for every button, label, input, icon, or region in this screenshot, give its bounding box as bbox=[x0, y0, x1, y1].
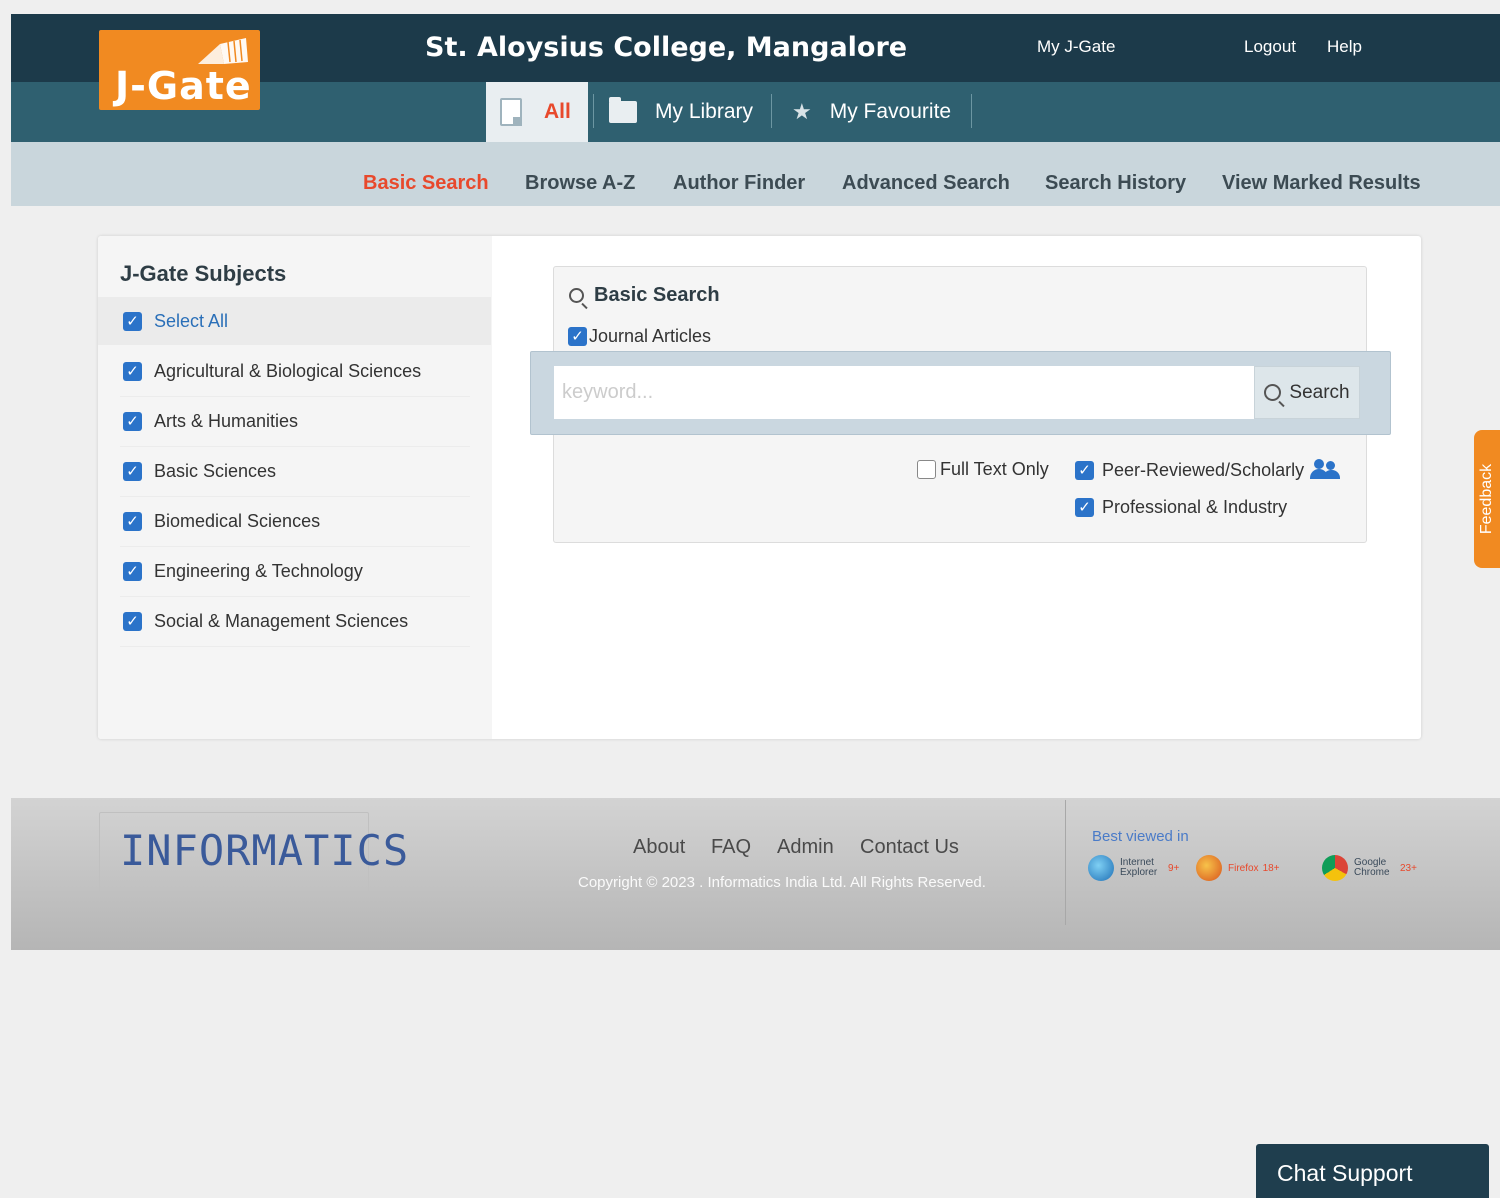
full-text-only-label: Full Text Only bbox=[940, 459, 1049, 479]
informatics-logo-text: INFORMATICS bbox=[120, 826, 410, 875]
divider bbox=[120, 646, 470, 647]
logo-text: J-Gate bbox=[115, 64, 252, 108]
search-button[interactable]: Search bbox=[1254, 366, 1360, 419]
nav-browse-a-z[interactable]: Browse A-Z bbox=[525, 172, 635, 195]
subject-checkbox[interactable]: ✓ Biomedical Sciences bbox=[123, 511, 320, 532]
footer-faq-link[interactable]: FAQ bbox=[711, 836, 751, 859]
best-viewed-label: Best viewed in bbox=[1092, 828, 1189, 845]
select-all-checkbox[interactable]: ✓ Select All bbox=[123, 311, 228, 332]
checkbox-checked-icon: ✓ bbox=[123, 562, 142, 581]
search-button-label: Search bbox=[1289, 381, 1350, 403]
subject-checkbox[interactable]: ✓ Agricultural & Biological Sciences bbox=[123, 361, 421, 382]
search-icon bbox=[1264, 384, 1282, 401]
subject-label: Arts & Humanities bbox=[154, 411, 299, 431]
ie-badge: Internet Explorer 9+ bbox=[1088, 855, 1179, 881]
chat-support-button[interactable]: Chat Support bbox=[1256, 1144, 1489, 1198]
tab-divider bbox=[593, 94, 594, 128]
divider bbox=[120, 496, 470, 497]
footer-contact-link[interactable]: Contact Us bbox=[860, 836, 959, 859]
nav-advanced-search[interactable]: Advanced Search bbox=[842, 172, 1010, 195]
help-link[interactable]: Help bbox=[1327, 37, 1362, 57]
chrome-icon bbox=[1322, 855, 1348, 881]
checkbox-checked-icon: ✓ bbox=[123, 612, 142, 631]
browser-name: Firefox bbox=[1228, 862, 1259, 874]
internet-explorer-icon bbox=[1088, 855, 1114, 881]
journal-articles-checkbox[interactable]: ✓ Journal Articles bbox=[568, 326, 711, 347]
tab-divider bbox=[771, 94, 772, 128]
subject-checkbox[interactable]: ✓ Engineering & Technology bbox=[123, 561, 363, 582]
feedback-tab[interactable]: Feedback bbox=[1474, 430, 1500, 568]
divider bbox=[120, 446, 470, 447]
j-gate-logo[interactable]: J-Gate bbox=[99, 30, 260, 110]
browser-version: 9+ bbox=[1168, 862, 1180, 874]
peer-reviewed-checkbox[interactable]: ✓ Peer-Reviewed/Scholarly bbox=[1075, 459, 1341, 481]
subjects-title: J-Gate Subjects bbox=[120, 261, 287, 286]
subject-checkbox[interactable]: ✓ Arts & Humanities bbox=[123, 411, 298, 432]
chrome-badge: Google Chrome 23+ bbox=[1322, 855, 1417, 881]
browser-version: 18+ bbox=[1262, 862, 1280, 874]
chat-support-label: Chat Support bbox=[1277, 1160, 1413, 1186]
subject-label: Engineering & Technology bbox=[154, 561, 363, 581]
tab-divider bbox=[971, 94, 972, 128]
star-icon: ★ bbox=[792, 99, 812, 124]
tab-all-label: All bbox=[544, 100, 571, 123]
select-all-label: Select All bbox=[154, 311, 229, 331]
professional-industry-label: Professional & Industry bbox=[1102, 497, 1288, 517]
tab-my-favourite-label: My Favourite bbox=[829, 100, 952, 123]
tab-my-favourite[interactable]: ★ My Favourite bbox=[792, 82, 951, 142]
checkbox-checked-icon: ✓ bbox=[123, 412, 142, 431]
my-jgate-link[interactable]: My J-Gate bbox=[1037, 37, 1115, 57]
browser-name: Google Chrome bbox=[1354, 857, 1390, 878]
nav-basic-search[interactable]: Basic Search bbox=[363, 172, 489, 195]
footer-admin-link[interactable]: Admin bbox=[777, 836, 834, 859]
divider bbox=[120, 546, 470, 547]
peer-reviewed-label: Peer-Reviewed/Scholarly bbox=[1102, 459, 1305, 480]
tab-my-library[interactable]: My Library bbox=[609, 82, 753, 142]
divider bbox=[120, 396, 470, 397]
footer-divider bbox=[1065, 800, 1066, 925]
keyword-search-input[interactable] bbox=[554, 366, 1254, 419]
subject-checkbox[interactable]: ✓ Basic Sciences bbox=[123, 461, 276, 482]
copyright-text: Copyright © 2023 . Informatics India Ltd… bbox=[578, 874, 986, 891]
journal-articles-label: Journal Articles bbox=[589, 326, 712, 346]
subject-checkbox[interactable]: ✓ Social & Management Sciences bbox=[123, 611, 408, 632]
checkbox-checked-icon: ✓ bbox=[123, 462, 142, 481]
firefox-icon bbox=[1196, 855, 1222, 881]
firefox-badge: Firefox 18+ bbox=[1196, 855, 1280, 881]
basic-search-title: Basic Search bbox=[569, 284, 720, 307]
checkbox-checked-icon: ✓ bbox=[1075, 460, 1094, 480]
tab-my-library-label: My Library bbox=[655, 100, 754, 123]
feedback-label: Feedback bbox=[1478, 463, 1495, 535]
document-icon bbox=[500, 98, 522, 126]
logout-link[interactable]: Logout bbox=[1244, 37, 1296, 57]
checkbox-checked-icon: ✓ bbox=[123, 312, 142, 331]
subject-label: Basic Sciences bbox=[154, 461, 277, 481]
basic-search-title-text: Basic Search bbox=[594, 284, 720, 306]
checkbox-checked-icon: ✓ bbox=[568, 327, 587, 346]
divider bbox=[120, 596, 470, 597]
browser-version: 23+ bbox=[1400, 862, 1417, 874]
checkbox-checked-icon: ✓ bbox=[1075, 498, 1094, 517]
search-icon bbox=[569, 288, 584, 303]
subject-label: Agricultural & Biological Sciences bbox=[154, 361, 422, 381]
browser-name: Internet Explorer bbox=[1120, 857, 1158, 878]
nav-search-history[interactable]: Search History bbox=[1045, 172, 1186, 195]
subject-label: Biomedical Sciences bbox=[154, 511, 321, 531]
tab-all[interactable]: All bbox=[486, 82, 588, 142]
folder-icon bbox=[609, 97, 637, 123]
professional-industry-checkbox[interactable]: ✓ Professional & Industry bbox=[1075, 497, 1287, 518]
nav-author-finder[interactable]: Author Finder bbox=[673, 172, 805, 195]
checkbox-checked-icon: ✓ bbox=[123, 512, 142, 531]
nav-view-marked-results[interactable]: View Marked Results bbox=[1222, 172, 1421, 195]
college-name: St. Aloysius College, Mangalore bbox=[425, 32, 908, 63]
users-icon bbox=[1310, 459, 1341, 481]
checkbox-checked-icon: ✓ bbox=[123, 362, 142, 381]
subject-label: Social & Management Sciences bbox=[154, 611, 409, 631]
footer-about-link[interactable]: About bbox=[633, 836, 685, 859]
full-text-only-checkbox[interactable]: Full Text Only bbox=[917, 459, 1049, 480]
checkbox-unchecked-icon bbox=[917, 460, 936, 479]
